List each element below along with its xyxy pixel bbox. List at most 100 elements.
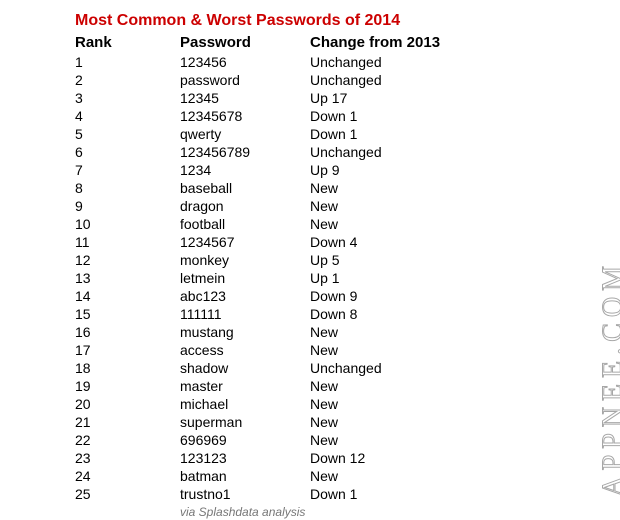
cell-rank: 5 (75, 125, 180, 143)
table-row: 312345Up 17 (75, 89, 460, 107)
cell-change: Down 9 (310, 287, 460, 305)
cell-rank: 7 (75, 161, 180, 179)
cell-rank: 12 (75, 251, 180, 269)
cell-password: baseball (180, 179, 310, 197)
password-table-container: Most Common & Worst Passwords of 2014 Ra… (0, 0, 620, 519)
password-table: Rank Password Change from 2013 1123456Un… (75, 34, 460, 503)
cell-password: batman (180, 467, 310, 485)
cell-rank: 23 (75, 449, 180, 467)
cell-change: New (310, 431, 460, 449)
cell-password: 111111 (180, 305, 310, 323)
cell-change: Unchanged (310, 143, 460, 161)
cell-rank: 14 (75, 287, 180, 305)
cell-password: football (180, 215, 310, 233)
cell-change: Up 9 (310, 161, 460, 179)
cell-password: 123123 (180, 449, 310, 467)
cell-rank: 6 (75, 143, 180, 161)
page-title: Most Common & Worst Passwords of 2014 (75, 12, 620, 30)
cell-rank: 18 (75, 359, 180, 377)
header-rank: Rank (75, 34, 180, 53)
source-attribution: via Splashdata analysis (75, 505, 620, 519)
table-row: 22696969New (75, 431, 460, 449)
cell-rank: 19 (75, 377, 180, 395)
cell-rank: 2 (75, 71, 180, 89)
cell-change: Up 1 (310, 269, 460, 287)
cell-change: Down 8 (310, 305, 460, 323)
cell-rank: 1 (75, 53, 180, 71)
cell-rank: 22 (75, 431, 180, 449)
cell-password: master (180, 377, 310, 395)
cell-password: password (180, 71, 310, 89)
cell-change: Down 1 (310, 485, 460, 503)
cell-rank: 24 (75, 467, 180, 485)
cell-password: dragon (180, 197, 310, 215)
table-row: 8baseballNew (75, 179, 460, 197)
table-row: 6123456789Unchanged (75, 143, 460, 161)
cell-change: New (310, 179, 460, 197)
table-row: 412345678Down 1 (75, 107, 460, 125)
cell-change: New (310, 341, 460, 359)
cell-rank: 20 (75, 395, 180, 413)
table-row: 14abc123Down 9 (75, 287, 460, 305)
cell-rank: 17 (75, 341, 180, 359)
cell-password: abc123 (180, 287, 310, 305)
cell-change: New (310, 197, 460, 215)
cell-change: New (310, 395, 460, 413)
cell-password: mustang (180, 323, 310, 341)
cell-change: Unchanged (310, 359, 460, 377)
cell-change: New (310, 413, 460, 431)
table-row: 13letmeinUp 1 (75, 269, 460, 287)
cell-change: Down 12 (310, 449, 460, 467)
cell-password: 123456789 (180, 143, 310, 161)
cell-rank: 16 (75, 323, 180, 341)
cell-rank: 15 (75, 305, 180, 323)
table-row: 17accessNew (75, 341, 460, 359)
cell-rank: 3 (75, 89, 180, 107)
cell-rank: 25 (75, 485, 180, 503)
table-row: 23123123Down 12 (75, 449, 460, 467)
cell-rank: 10 (75, 215, 180, 233)
header-password: Password (180, 34, 310, 53)
cell-change: Down 1 (310, 125, 460, 143)
table-row: 9dragonNew (75, 197, 460, 215)
cell-rank: 11 (75, 233, 180, 251)
table-row: 20michaelNew (75, 395, 460, 413)
cell-change: Unchanged (310, 71, 460, 89)
table-row: 71234Up 9 (75, 161, 460, 179)
cell-password: letmein (180, 269, 310, 287)
table-row: 10footballNew (75, 215, 460, 233)
table-row: 25trustno1Down 1 (75, 485, 460, 503)
cell-rank: 9 (75, 197, 180, 215)
cell-password: trustno1 (180, 485, 310, 503)
cell-change: New (310, 215, 460, 233)
table-row: 15111111Down 8 (75, 305, 460, 323)
cell-change: Up 5 (310, 251, 460, 269)
table-row: 5qwertyDown 1 (75, 125, 460, 143)
cell-password: 1234567 (180, 233, 310, 251)
table-row: 2passwordUnchanged (75, 71, 460, 89)
cell-password: monkey (180, 251, 310, 269)
table-row: 1123456Unchanged (75, 53, 460, 71)
cell-password: qwerty (180, 125, 310, 143)
table-row: 18shadowUnchanged (75, 359, 460, 377)
table-row: 19masterNew (75, 377, 460, 395)
cell-password: 123456 (180, 53, 310, 71)
cell-password: shadow (180, 359, 310, 377)
cell-rank: 21 (75, 413, 180, 431)
cell-rank: 4 (75, 107, 180, 125)
table-row: 111234567Down 4 (75, 233, 460, 251)
table-header-row: Rank Password Change from 2013 (75, 34, 460, 53)
cell-change: Down 4 (310, 233, 460, 251)
cell-rank: 8 (75, 179, 180, 197)
header-change: Change from 2013 (310, 34, 460, 53)
cell-change: New (310, 377, 460, 395)
cell-password: access (180, 341, 310, 359)
cell-password: 696969 (180, 431, 310, 449)
cell-rank: 13 (75, 269, 180, 287)
table-row: 16mustangNew (75, 323, 460, 341)
cell-change: Down 1 (310, 107, 460, 125)
cell-change: New (310, 467, 460, 485)
table-row: 12monkeyUp 5 (75, 251, 460, 269)
cell-password: 12345678 (180, 107, 310, 125)
cell-change: New (310, 323, 460, 341)
